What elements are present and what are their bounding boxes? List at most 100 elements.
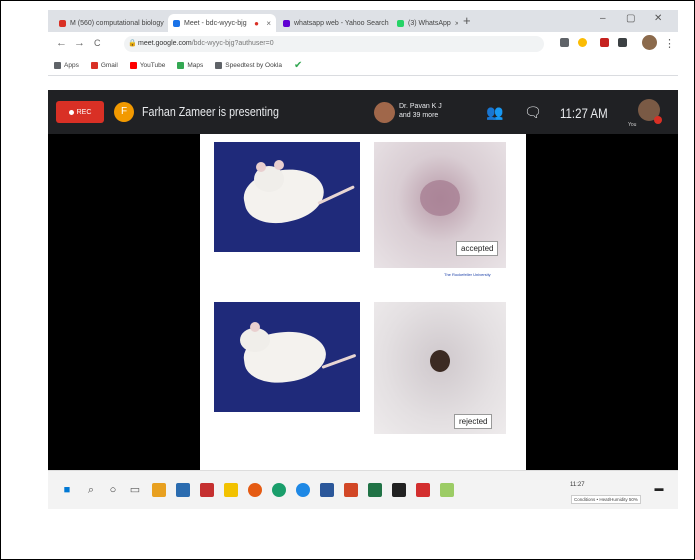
- bookmark-speedtest[interactable]: Speedtest by Ookla: [215, 62, 282, 69]
- apps-icon: [54, 62, 61, 69]
- url-host: meet.google.com: [138, 40, 192, 47]
- camera-icon[interactable]: [560, 38, 569, 47]
- whatsapp-icon: [397, 19, 404, 27]
- minimize-button[interactable]: –: [600, 13, 606, 24]
- bookmark-label: YouTube: [139, 62, 166, 69]
- recording-badge: REC: [56, 101, 104, 123]
- bookmark-label: Speedtest by Ookla: [225, 62, 282, 69]
- tray-time[interactable]: 11:27: [570, 482, 585, 488]
- mouse-tail: [321, 353, 357, 369]
- powerpoint-icon[interactable]: [344, 483, 358, 497]
- close-icon[interactable]: ×: [164, 19, 166, 28]
- reload-button[interactable]: C: [94, 38, 101, 48]
- profile-avatar[interactable]: [642, 35, 657, 50]
- checkmark-icon[interactable]: ✔: [294, 60, 302, 71]
- edge-icon[interactable]: [272, 483, 286, 497]
- browser-tab-bar: M (560) computational biology × Meet - b…: [48, 10, 678, 32]
- meet-top-bar: REC F Farhan Zameer is presenting Dr. Pa…: [48, 90, 678, 134]
- url-input[interactable]: 🔒 meet.google.com/bdc-wyyc-bjg?authuser=…: [124, 36, 544, 52]
- gmail-icon: [59, 19, 66, 27]
- gmail-icon: [90, 62, 98, 69]
- bookmarks-bar: Apps Gmail YouTube Maps Speedtest by Ook…: [48, 56, 678, 76]
- bookmark-label: Gmail: [100, 62, 118, 69]
- yahoo-icon: [283, 19, 290, 27]
- tab-label: whatsapp web - Yahoo Search: [294, 19, 389, 27]
- caption-accepted: accepted: [456, 241, 499, 256]
- firefox-icon[interactable]: [248, 483, 262, 497]
- address-bar-row: ← → C 🔒 meet.google.com/bdc-wyyc-bjg?aut…: [48, 32, 678, 56]
- bookmark-maps[interactable]: Maps: [177, 62, 203, 69]
- skin-graft-accepted-photo: accepted: [374, 142, 506, 268]
- screenshot: M (560) computational biology × Meet - b…: [48, 10, 678, 509]
- meeting-clock: 11:27 AM: [560, 105, 608, 121]
- excel-icon[interactable]: [368, 483, 382, 497]
- app-icon[interactable]: [200, 483, 214, 497]
- participant-avatar: [374, 102, 395, 123]
- caption-rejected: rejected: [454, 414, 493, 429]
- forward-button[interactable]: →: [74, 37, 85, 49]
- people-icon[interactable]: 👥: [486, 104, 503, 121]
- notification-icon[interactable]: ▬: [652, 481, 666, 495]
- close-icon[interactable]: ×: [451, 19, 458, 28]
- bookmark-youtube[interactable]: YouTube: [129, 62, 166, 69]
- tab-whatsapp[interactable]: (3) WhatsApp ×: [392, 14, 458, 32]
- app-icon[interactable]: [152, 483, 166, 497]
- search-icon[interactable]: ⌕: [84, 483, 98, 497]
- image-credit: The Rockefeller University: [444, 272, 491, 277]
- new-tab-button[interactable]: +: [463, 13, 471, 28]
- mouse-photo-accepted: [214, 142, 360, 252]
- presenter-avatar: F: [114, 102, 134, 122]
- participant-name: Dr. Pavan K J: [399, 103, 442, 110]
- tab-label: (3) WhatsApp: [408, 19, 451, 27]
- extension-icon[interactable]: [618, 38, 627, 47]
- tab-label: Meet - bdc-wyyc-bjg: [184, 19, 247, 27]
- star-icon[interactable]: [578, 38, 587, 47]
- back-button[interactable]: ←: [56, 37, 67, 49]
- pdf-icon[interactable]: [416, 483, 430, 497]
- presenter-status: Farhan Zameer is presenting: [142, 104, 279, 119]
- tab-yahoo[interactable]: whatsapp web - Yahoo Search ×: [278, 14, 390, 32]
- graft-patch: [420, 180, 460, 216]
- rec-label: REC: [76, 108, 92, 116]
- store-icon[interactable]: [176, 483, 190, 497]
- mic-muted-icon: [654, 116, 662, 124]
- participants-summary[interactable]: Dr. Pavan K J and 39 more: [399, 102, 442, 120]
- cortana-icon[interactable]: ○: [106, 483, 120, 497]
- speedtest-icon: [215, 62, 223, 69]
- bookmark-apps[interactable]: Apps: [54, 62, 79, 69]
- windows-start-icon[interactable]: ■: [60, 483, 74, 497]
- skin-graft-rejected-photo: rejected: [374, 302, 506, 434]
- app-icon[interactable]: [392, 483, 406, 497]
- meet-icon: [173, 19, 180, 27]
- task-view-icon[interactable]: ▭: [128, 483, 142, 497]
- bookmark-label: Maps: [187, 62, 204, 69]
- window-close-button[interactable]: ✕: [654, 13, 662, 24]
- recording-dot-icon: ●: [254, 18, 259, 28]
- bookmark-gmail[interactable]: Gmail: [90, 62, 118, 69]
- tab-label: M (560) computational biology: [70, 19, 164, 27]
- chrome-icon[interactable]: [296, 483, 310, 497]
- extension-icon[interactable]: [600, 38, 609, 47]
- record-dot-icon: [68, 109, 74, 115]
- menu-icon[interactable]: ⋮: [664, 37, 675, 50]
- tab-meet[interactable]: Meet - bdc-wyyc-bjg ● ×: [168, 14, 276, 32]
- close-icon[interactable]: ×: [389, 19, 390, 28]
- mouse-photo-rejected: [214, 302, 360, 412]
- tab-gmail[interactable]: M (560) computational biology ×: [54, 14, 166, 32]
- notification-toast[interactable]: Conditions • Heat/Humidity 50%: [571, 495, 641, 504]
- maximize-button[interactable]: ▢: [626, 13, 635, 24]
- chat-icon[interactable]: 🗨: [524, 104, 542, 121]
- shared-slide: accepted The Rockefeller University reje…: [200, 134, 526, 470]
- self-label: You: [628, 122, 637, 128]
- word-icon[interactable]: [320, 483, 334, 497]
- mouse-ear: [250, 322, 260, 332]
- app-icon[interactable]: [440, 483, 454, 497]
- youtube-icon: [129, 62, 137, 69]
- file-explorer-icon[interactable]: [224, 483, 238, 497]
- presentation-stage: accepted The Rockefeller University reje…: [48, 134, 678, 470]
- participant-count: and 39 more: [399, 112, 439, 119]
- close-icon[interactable]: ×: [262, 19, 271, 28]
- bookmark-label: Apps: [64, 62, 79, 69]
- mouse-ear: [274, 160, 284, 170]
- mouse-ear: [256, 162, 266, 172]
